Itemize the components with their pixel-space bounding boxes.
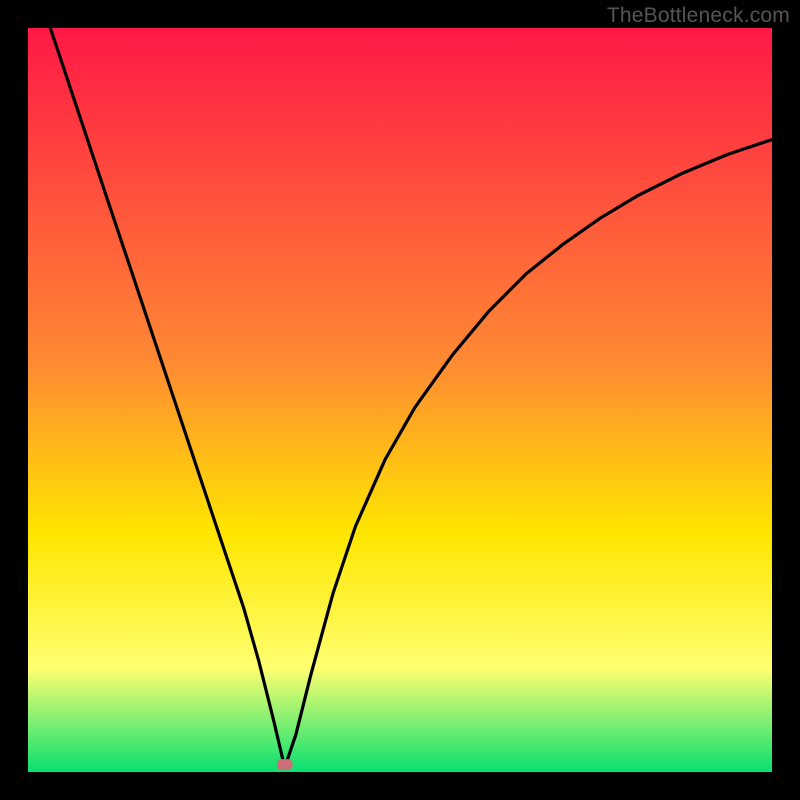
chart-container: TheBottleneck.com	[0, 0, 800, 800]
bottleneck-chart	[0, 0, 800, 800]
target-marker	[277, 759, 293, 770]
watermark-text: TheBottleneck.com	[607, 4, 790, 28]
plot-background	[28, 28, 772, 772]
